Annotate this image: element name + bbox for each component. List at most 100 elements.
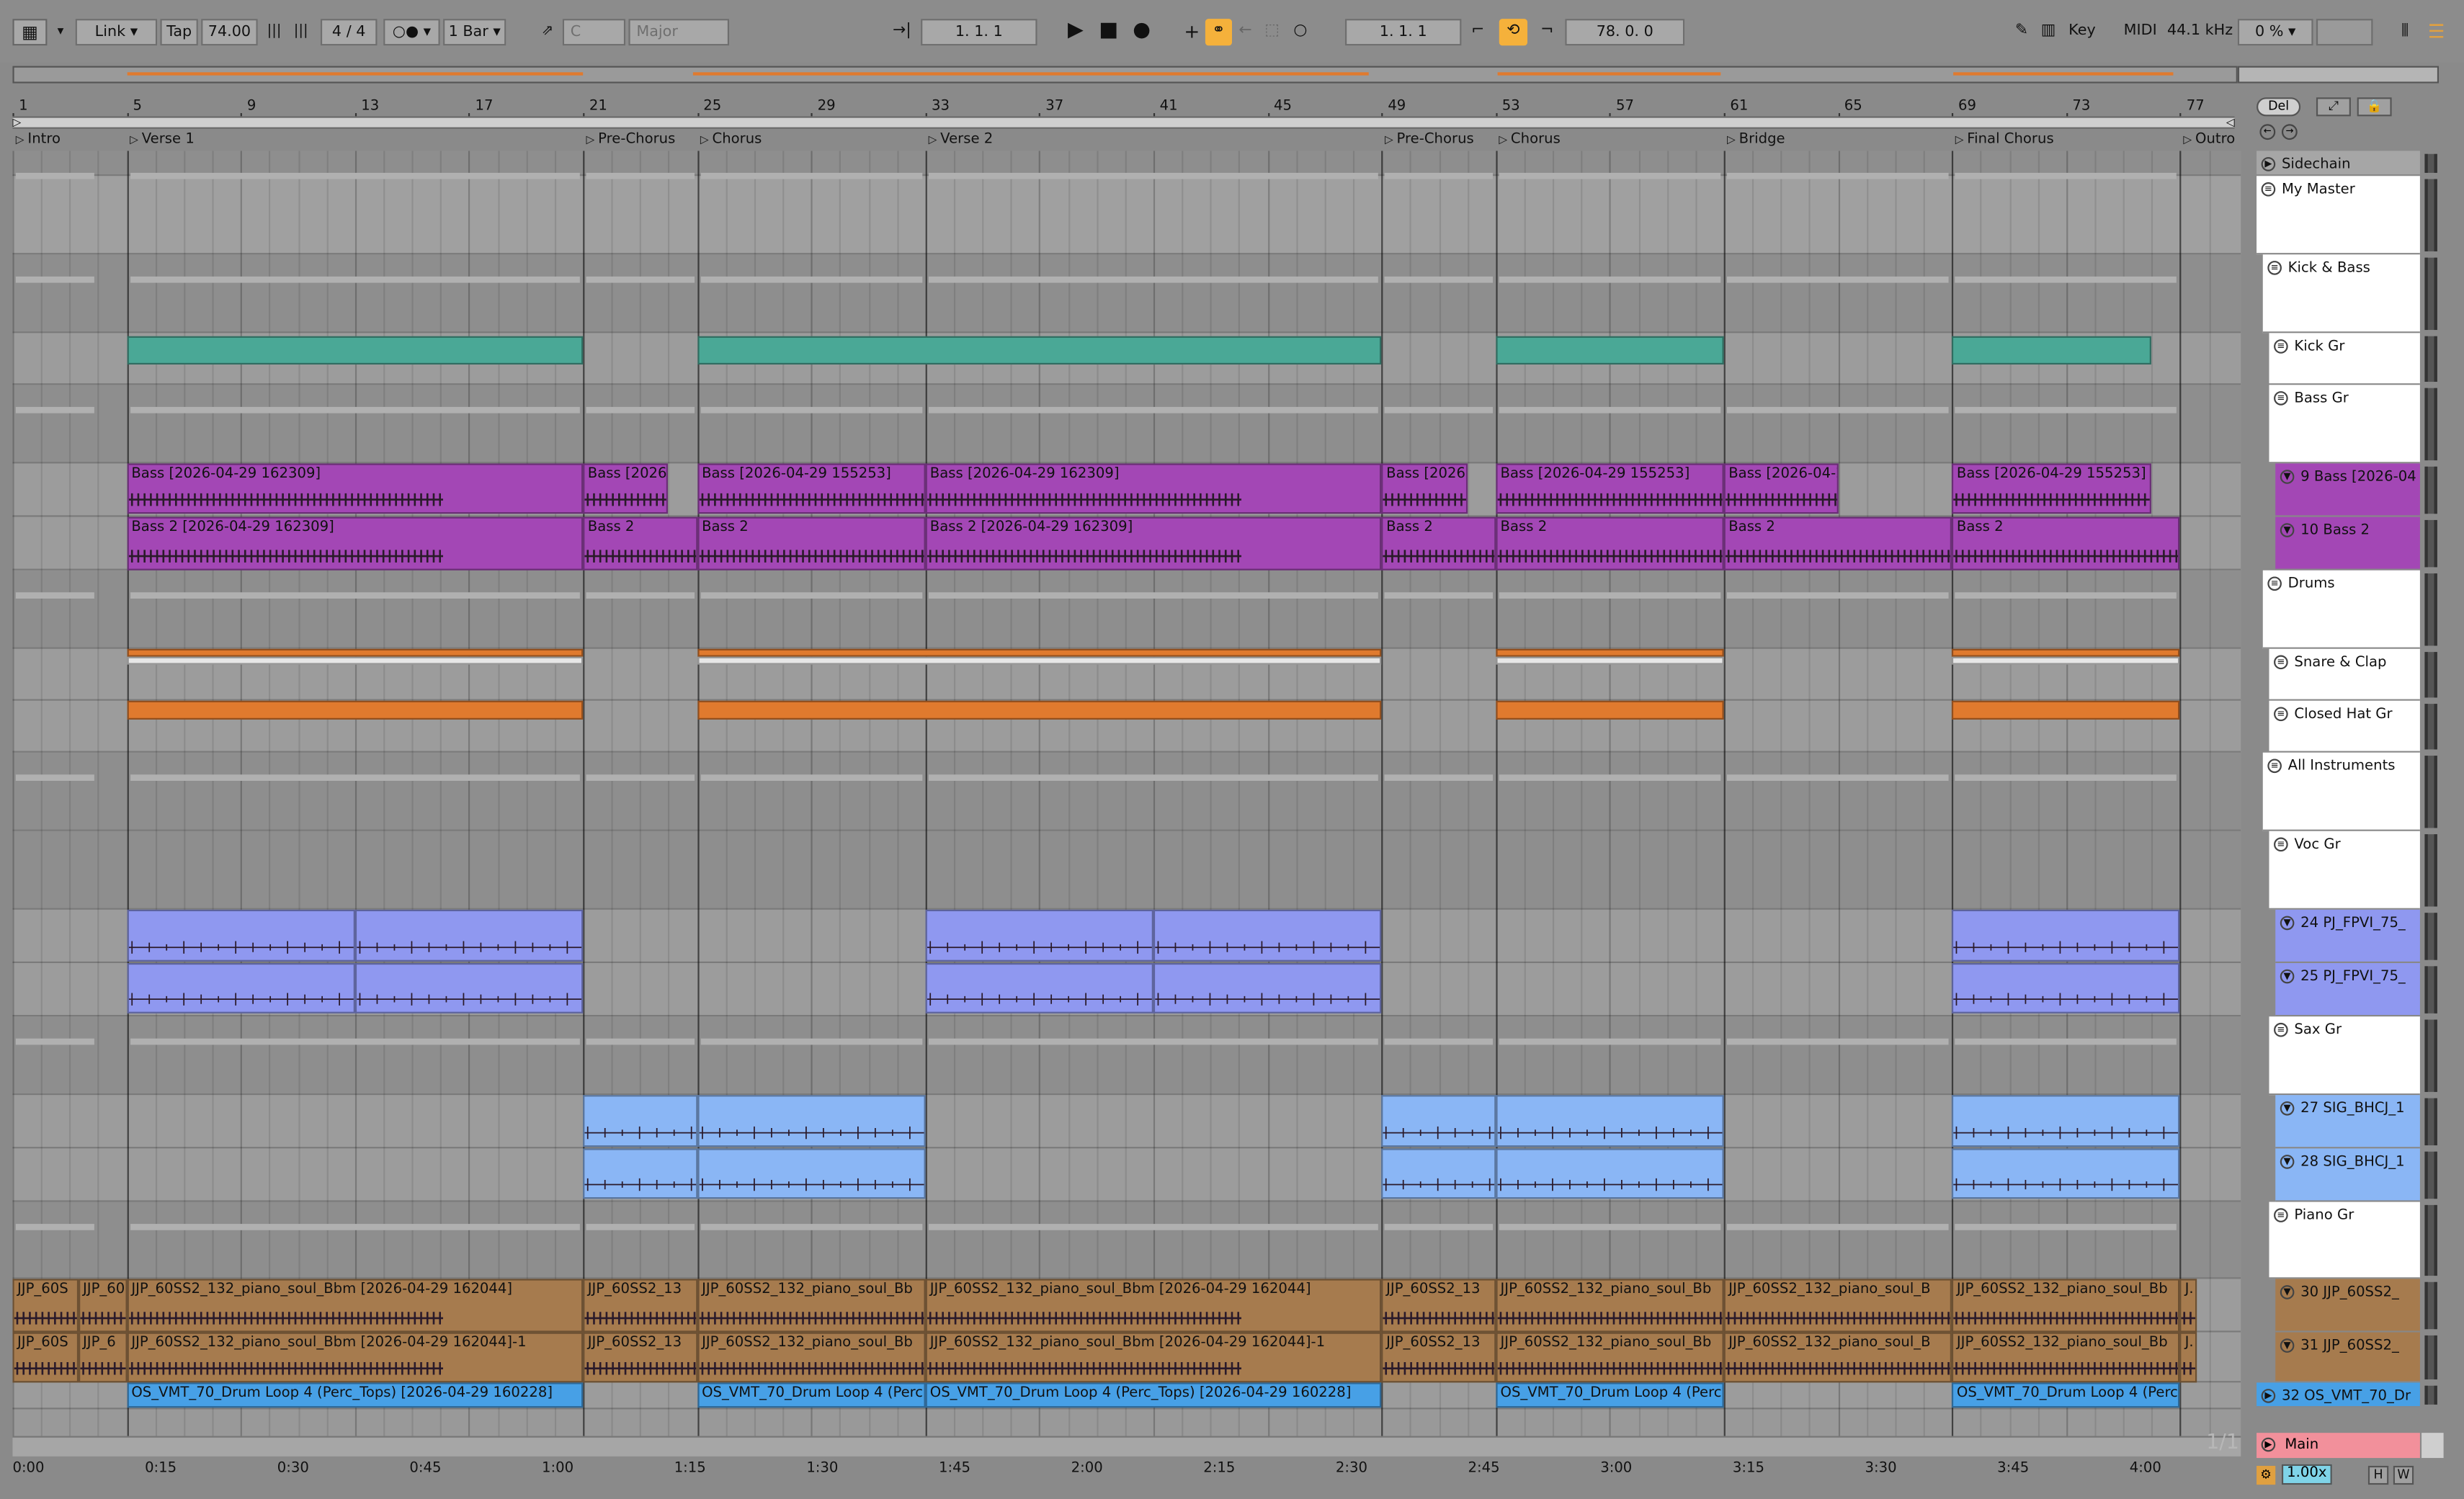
track-header[interactable]: ≡ Kick Gr: [2269, 333, 2420, 385]
loop-start-field[interactable]: 1. 1. 1: [1345, 19, 1462, 46]
computer-keyboard-icon[interactable]: ▥: [2035, 19, 2062, 45]
track-header[interactable]: ≡ Drums: [2262, 570, 2420, 649]
chevron-down-icon[interactable]: ▾: [47, 19, 73, 45]
locator-lane[interactable]: ▷ Intro ▷ Verse 1 ▷ Pre-Chorus ▷ Chorus ▷ Ve…: [12, 130, 2241, 149]
locator[interactable]: ▷ Chorus: [1497, 130, 1561, 149]
audio-clip[interactable]: Bass [2026-: [1381, 463, 1468, 514]
track-header[interactable]: ≡ Closed Hat Gr: [2269, 700, 2420, 753]
audio-clip[interactable]: [126, 656, 584, 665]
audio-clip[interactable]: OS_VMT_70_Drum Loop 4 (Perc_Tops) [2026-…: [925, 1382, 1382, 1408]
audio-clip[interactable]: [697, 648, 1382, 657]
h-button[interactable]: H: [2367, 1465, 2389, 1485]
locator-play-icon[interactable]: ▷: [1499, 133, 1511, 146]
view-toggle-icon[interactable]: ▦: [12, 19, 48, 46]
delete-button[interactable]: Del: [2257, 97, 2301, 117]
locator[interactable]: ▷ Pre-Chorus: [584, 130, 676, 149]
loop-brace[interactable]: ▷ ◁: [12, 116, 2235, 129]
audio-clip[interactable]: JJP_60SS2_13: [1381, 1332, 1496, 1383]
time-signature-field[interactable]: 4 / 4: [320, 19, 378, 46]
next-locator-icon[interactable]: →: [2281, 124, 2298, 140]
record-icon[interactable]: ●: [1128, 19, 1155, 45]
audio-clip[interactable]: OS_VMT_70_Drum Loop 4 (Perc: [1495, 1382, 1724, 1408]
locator[interactable]: ▷ Bridge: [1726, 130, 1785, 149]
track-header[interactable]: ≡ Snare & Clap: [2269, 648, 2420, 701]
fold-toggle-icon[interactable]: ▼: [2280, 969, 2295, 984]
track-header[interactable]: ≡ Kick & Bass: [2262, 254, 2420, 334]
audio-clip[interactable]: [354, 909, 584, 962]
audio-clip[interactable]: JJP_60SS2_132_piano_soul_Bb: [1495, 1332, 1724, 1383]
loop-length-field[interactable]: 78. 0. 0: [1565, 19, 1685, 46]
tempo-field[interactable]: 74.00: [201, 19, 258, 46]
audio-clip[interactable]: [1952, 1095, 2181, 1147]
arrangement-view[interactable]: Bass [2026-04-29 162309] Bass [2026- Bass …: [12, 151, 2241, 1436]
audio-clip[interactable]: [925, 909, 1153, 962]
draw-mode-icon[interactable]: ✎: [2008, 19, 2035, 45]
audio-clip[interactable]: Bass 2: [1952, 516, 2181, 570]
audio-clip[interactable]: OS_VMT_70_Drum Loop 4 (Perc: [697, 1382, 926, 1408]
audio-clip[interactable]: JJP_60: [78, 1279, 127, 1333]
locator[interactable]: ▷ Chorus: [699, 130, 762, 149]
audio-clip[interactable]: Bass 2: [1381, 516, 1496, 570]
audio-clip[interactable]: [583, 1095, 697, 1147]
audio-clip[interactable]: JJP_60SS2_132_piano_soul_B: [1723, 1279, 1952, 1333]
locator-play-icon[interactable]: ▷: [2183, 133, 2195, 146]
locator-play-icon[interactable]: ▷: [586, 133, 599, 146]
key-map-button[interactable]: Key: [2061, 19, 2103, 46]
fold-toggle-icon[interactable]: ▶: [2261, 1389, 2276, 1403]
audio-clip[interactable]: JJP_60SS2_132_piano_soul_Bb: [697, 1279, 926, 1333]
key-track-icon[interactable]: ⇗: [535, 19, 561, 45]
fold-toggle-icon[interactable]: ≡: [2274, 1208, 2288, 1222]
audio-clip[interactable]: JJP_60SS2_132_piano_soul_Bbm [2026-04-29…: [925, 1279, 1382, 1333]
audio-clip[interactable]: Bass 2: [1723, 516, 1952, 570]
metronome-button[interactable]: ○● ▾: [383, 19, 440, 46]
audio-clip[interactable]: [1153, 909, 1382, 962]
fold-toggle-icon[interactable]: ≡: [2274, 1022, 2288, 1037]
audio-clip[interactable]: Bass 2 [2026-04-29 162309]: [126, 516, 584, 570]
locator[interactable]: ▷ Outro: [2182, 130, 2235, 149]
time-ruler[interactable]: 0:00 0:15 0:30 0:45 1:00 1:15 1:30 1:45 2:00 2:15…: [12, 1461, 2241, 1483]
track-header[interactable]: ≡ My Master: [2257, 176, 2420, 255]
locator-play-icon[interactable]: ▷: [1955, 133, 1968, 146]
horizontal-scrollbar[interactable]: [12, 1436, 2241, 1457]
midi-map-button[interactable]: MIDI: [2118, 19, 2163, 46]
audio-clip[interactable]: [697, 1095, 926, 1147]
audio-clip[interactable]: JJP_60S: [12, 1279, 79, 1333]
track-lane[interactable]: [12, 1095, 2241, 1149]
audio-clip[interactable]: [1952, 1148, 2181, 1199]
track-lane[interactable]: [12, 831, 2241, 910]
quantize-menu[interactable]: 1 Bar ▾: [443, 19, 506, 46]
audio-clip[interactable]: JJP_60SS2_132_piano_soul_Bb: [1952, 1279, 2181, 1333]
audio-clip[interactable]: JJP_60SS2_13: [1381, 1279, 1496, 1333]
fold-toggle-icon[interactable]: ▶: [2261, 157, 2276, 171]
track-lane[interactable]: [12, 1016, 2241, 1096]
track-header[interactable]: ▼ 10 Bass 2: [2275, 516, 2420, 570]
locator[interactable]: ▷ Final Chorus: [1954, 130, 2054, 149]
audio-clip[interactable]: [126, 700, 584, 720]
audio-clip[interactable]: [583, 1148, 697, 1199]
audio-clip[interactable]: JJP_60SS2_132_piano_soul_Bbm [2026-04-29…: [925, 1332, 1382, 1383]
audio-clip[interactable]: JJP_6: [78, 1332, 127, 1383]
audio-clip[interactable]: Bass [2026-04-29 155253]: [697, 463, 926, 514]
audio-clip[interactable]: [126, 963, 355, 1013]
fold-toggle-icon[interactable]: ≡: [2267, 261, 2282, 275]
fold-toggle-icon[interactable]: ▼: [2280, 470, 2295, 484]
track-header[interactable]: ▼ 28 SIG_BHCJ_1: [2275, 1148, 2420, 1202]
zoom-display[interactable]: 1.00x: [2281, 1464, 2332, 1485]
track-header[interactable]: ≡ Piano Gr: [2269, 1202, 2420, 1279]
audio-clip[interactable]: [126, 336, 584, 365]
track-lane[interactable]: [12, 254, 2241, 334]
locator-play-icon[interactable]: ▷: [16, 133, 28, 146]
fold-toggle-icon[interactable]: ≡: [2274, 339, 2288, 354]
audio-clip[interactable]: [925, 963, 1153, 1013]
audio-clip[interactable]: J.: [2180, 1279, 2197, 1333]
track-header[interactable]: ▼ 25 PJ_FPVI_75_: [2275, 963, 2420, 1017]
audio-clip[interactable]: OS_VMT_70_Drum Loop 4 (Perc_Tops) [2026-…: [126, 1382, 584, 1408]
audio-clip[interactable]: JJP_60SS2_13: [583, 1332, 697, 1383]
audio-clip[interactable]: [1153, 963, 1382, 1013]
follow-icon[interactable]: →|: [886, 19, 918, 45]
play-icon[interactable]: ▶: [2261, 1437, 2276, 1452]
fold-toggle-icon[interactable]: ▼: [2280, 1155, 2295, 1169]
link-button[interactable]: Link ▾: [75, 19, 158, 46]
audio-clip[interactable]: [1952, 909, 2181, 962]
audio-clip[interactable]: Bass 2: [583, 516, 697, 570]
